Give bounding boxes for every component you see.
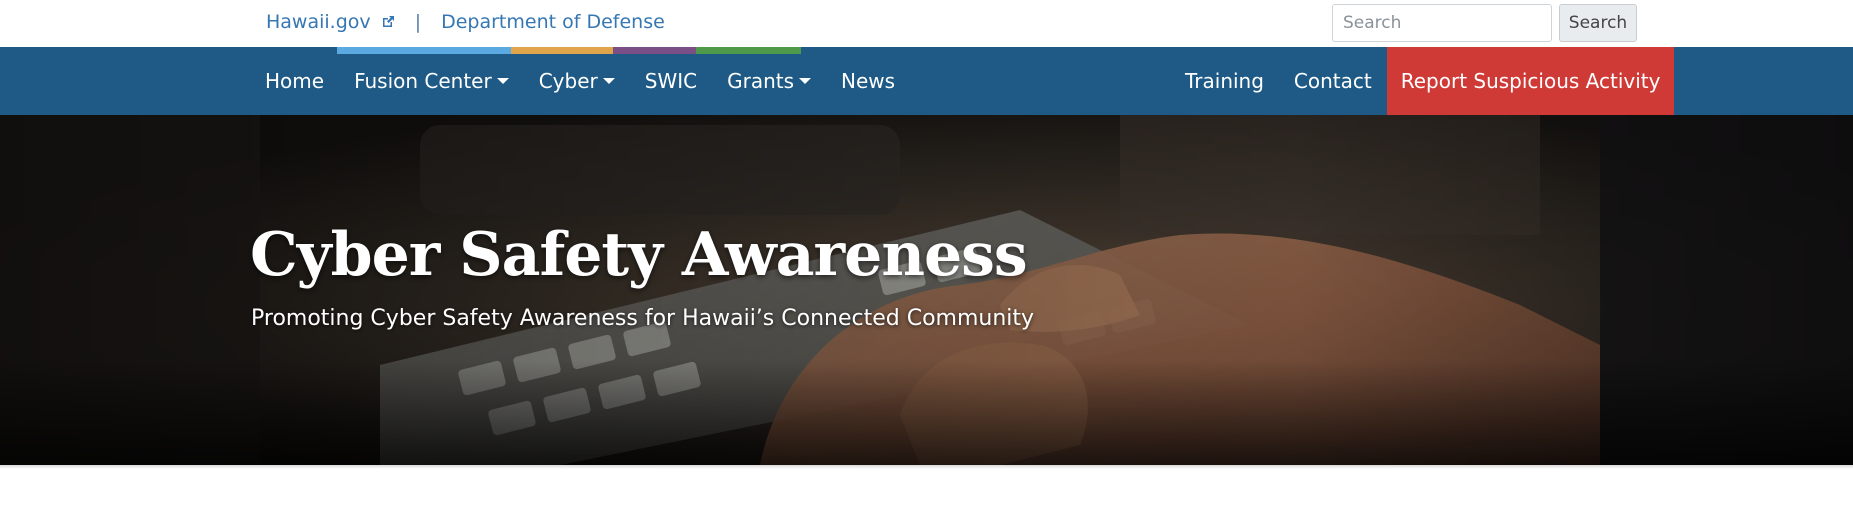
caret-down-icon — [496, 78, 509, 84]
nav-left: Home Fusion Center Cyber SWIC Grants New… — [250, 47, 910, 115]
nav-item-label: Training — [1185, 69, 1264, 93]
hero-banner: Cyber Safety Awareness Promoting Cyber S… — [0, 115, 1853, 465]
department-of-defense-link[interactable]: Department of Defense — [441, 11, 665, 33]
caret-down-icon — [799, 78, 812, 84]
nav-item-label: Contact — [1293, 69, 1372, 93]
accent-stripes — [337, 47, 801, 54]
nav-item-cyber[interactable]: Cyber — [524, 47, 630, 115]
caret-down-icon — [602, 78, 615, 84]
nav-item-label: SWIC — [644, 69, 698, 93]
hero-subtitle: Promoting Cyber Safety Awareness for Haw… — [251, 306, 1035, 331]
search-button[interactable]: Search — [1559, 4, 1637, 42]
nav-item-home[interactable]: Home — [250, 47, 339, 115]
accent-stripe — [337, 47, 511, 54]
nav-item-label: Grants — [727, 69, 795, 93]
nav-item-label: News — [841, 69, 896, 93]
nav-item-label: Home — [265, 69, 325, 93]
hero-overlay — [0, 115, 1853, 465]
accent-stripe — [696, 47, 801, 54]
accent-stripe — [511, 47, 613, 54]
nav-item-training[interactable]: Training — [1170, 47, 1279, 115]
nav-item-label: Fusion Center — [354, 69, 492, 93]
nav-item-swic[interactable]: SWIC — [630, 47, 712, 115]
search-form: Search — [1332, 4, 1637, 42]
hero-title: Cyber Safety Awareness — [250, 220, 1028, 290]
report-suspicious-activity-button[interactable]: Report Suspicious Activity — [1386, 47, 1675, 115]
utility-links: Hawaii.gov | Department of Defense — [266, 0, 665, 44]
external-link-icon — [382, 16, 394, 27]
utility-divider: | — [414, 11, 422, 33]
nav-right: Training Contact Report Suspicious Activ… — [1170, 47, 1675, 115]
nav-item-news[interactable]: News — [826, 47, 910, 115]
nav-item-fusion-center[interactable]: Fusion Center — [339, 47, 524, 115]
nav-item-contact[interactable]: Contact — [1279, 47, 1387, 115]
hawaii-gov-link[interactable]: Hawaii.gov — [266, 11, 395, 33]
main-nav: Home Fusion Center Cyber SWIC Grants New… — [0, 47, 1853, 115]
nav-item-label: Cyber — [538, 69, 598, 93]
search-input[interactable] — [1332, 4, 1552, 42]
utility-bar: Hawaii.gov | Department of Defense Searc… — [0, 0, 1853, 47]
page: Hawaii.gov | Department of Defense Searc… — [0, 0, 1853, 510]
nav-item-grants[interactable]: Grants — [712, 47, 826, 115]
hawaii-gov-label: Hawaii.gov — [266, 11, 371, 33]
accent-stripe — [613, 47, 696, 54]
hero-bottom-shadow — [0, 465, 1853, 469]
